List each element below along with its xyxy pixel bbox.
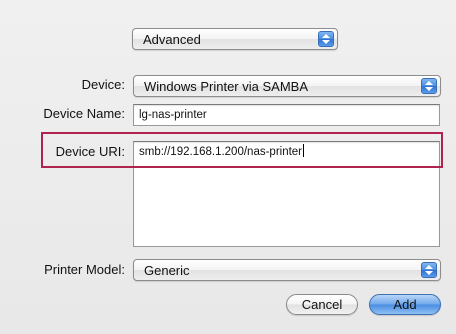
mode-popup-value: Advanced [143,32,201,47]
device-uri-label: Device URI: [55,144,125,159]
printer-model-popup-value: Generic [144,263,190,278]
cancel-button[interactable]: Cancel [286,294,358,315]
device-name-label: Device Name: [43,106,125,121]
text-caret [303,144,305,157]
device-uri-value: smb://192.168.1.200/nas-printer [139,146,303,158]
printer-model-popup[interactable]: Generic [133,259,441,281]
device-name-field[interactable]: lg-nas-printer [133,104,440,126]
popup-arrows-icon [318,31,334,47]
device-label: Device: [81,77,125,92]
device-name-value: lg-nas-printer [139,109,207,121]
device-popup-value: Windows Printer via SAMBA [144,79,308,94]
popup-arrows-icon [421,262,437,278]
add-printer-advanced-panel: Advanced Device: Windows Printer via SAM… [0,0,456,334]
popup-arrows-icon [421,78,437,94]
printer-model-label: Printer Model: [44,262,125,277]
device-uri-field[interactable]: smb://192.168.1.200/nas-printer [133,141,440,247]
add-button[interactable]: Add [369,294,441,315]
mode-popup[interactable]: Advanced [132,28,338,50]
device-popup[interactable]: Windows Printer via SAMBA [133,75,441,97]
